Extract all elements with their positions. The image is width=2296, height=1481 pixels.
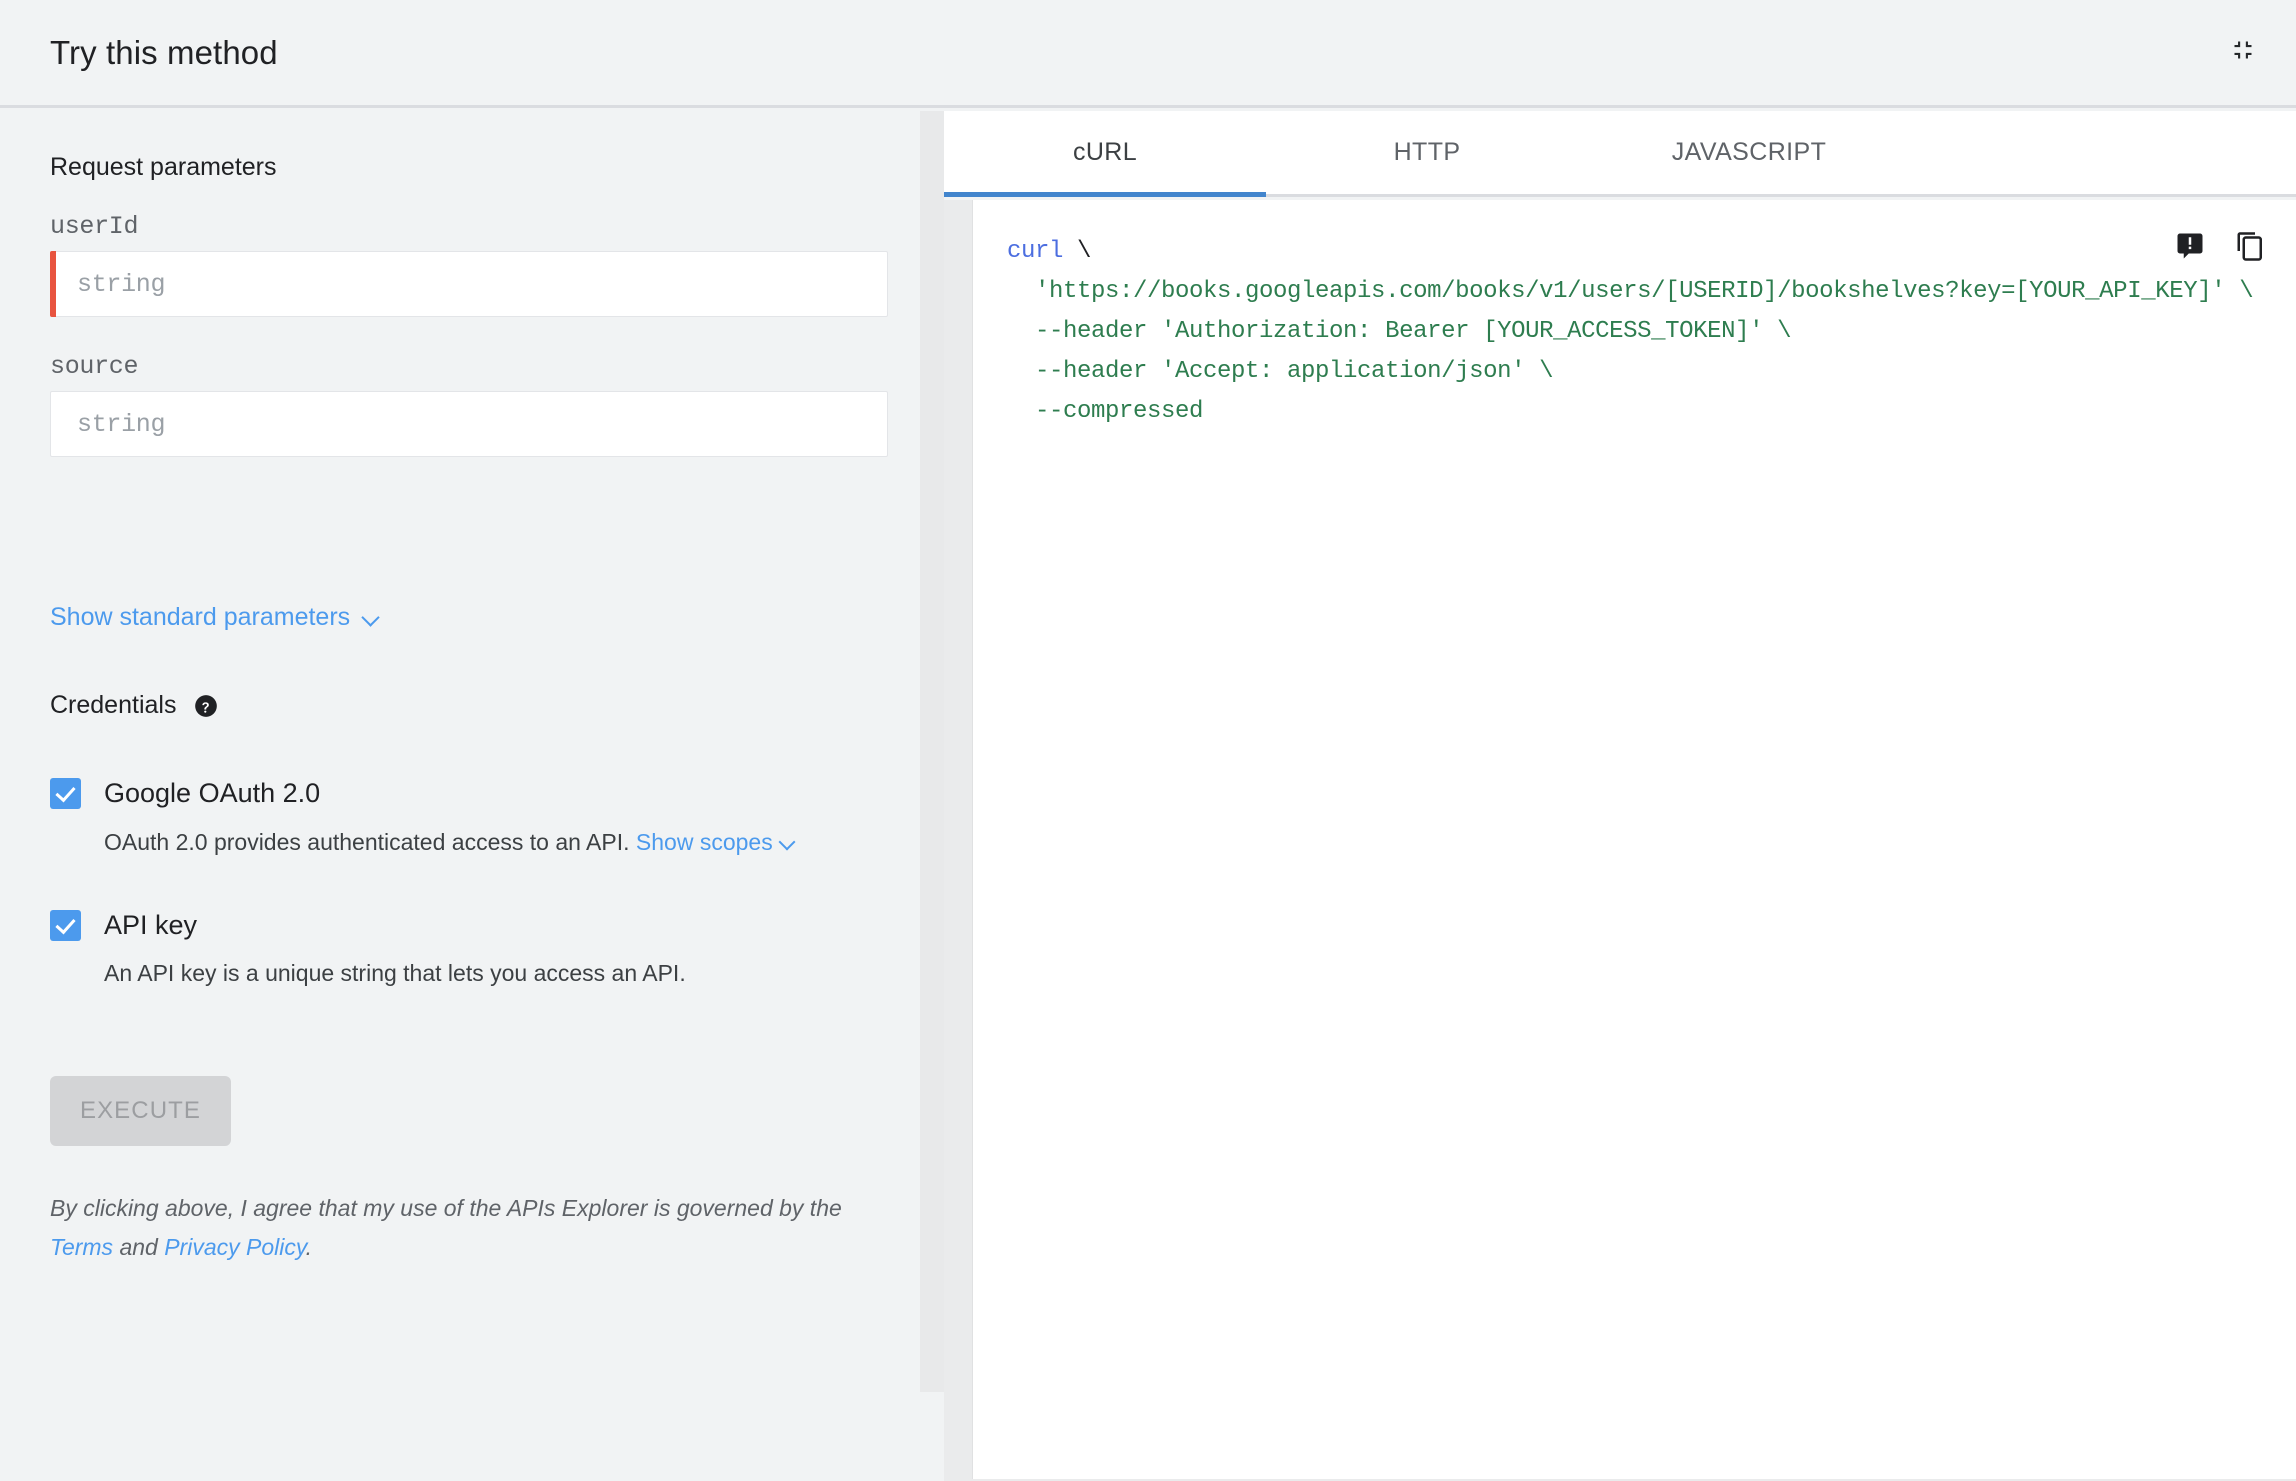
show-standard-parameters-label: Show standard parameters (50, 603, 351, 631)
collapse-fullscreen-icon[interactable] (2217, 24, 2269, 76)
terms-suffix: . (305, 1234, 313, 1260)
code-line-2: --header 'Authorization: Bearer [YOUR_AC… (1007, 318, 1792, 345)
api-key-label: API key (104, 910, 198, 940)
copy-icon[interactable] (2231, 227, 2269, 265)
terms-middle: and (113, 1234, 165, 1260)
tab-javascript[interactable]: JAVASCRIPT (1588, 111, 1910, 194)
help-circle-icon[interactable] (193, 693, 219, 719)
api-key-description-text: An API key is a unique string that lets … (104, 960, 686, 986)
code-line-1: 'https://books.googleapis.com/books/v1/u… (1007, 278, 2254, 305)
code-panel: cURL HTTP JAVASCRIPT curl \ 'https://boo… (944, 111, 2296, 1481)
credentials-title: Credentials (50, 691, 177, 719)
code-area: curl \ 'https://books.googleapis.com/boo… (944, 200, 2296, 1481)
copy-glyph (2237, 232, 2263, 261)
try-this-method-panel: Try this method Request parameters userI… (0, 0, 2296, 1481)
parameter-input-wrap-userid (50, 251, 888, 317)
terms-prefix: By clicking above, I agree that my use o… (50, 1195, 842, 1221)
tab-http[interactable]: HTTP (1266, 111, 1588, 194)
help-circle-glyph (195, 695, 218, 717)
code-gutter (944, 200, 970, 1479)
code-line-3: --header 'Accept: application/json' \ (1007, 358, 1554, 385)
parameter-label-userid: userId (50, 212, 139, 241)
code-token-curl: curl (1007, 238, 1064, 265)
credentials-heading: Credentials (50, 689, 219, 721)
code-tabs: cURL HTTP JAVASCRIPT (944, 111, 2296, 197)
userid-input[interactable] (51, 253, 887, 315)
api-key-description: An API key is a unique string that lets … (104, 958, 890, 988)
report-feedback-glyph (2177, 233, 2203, 259)
report-feedback-icon[interactable] (2171, 227, 2209, 265)
code-content-box: curl \ 'https://books.googleapis.com/boo… (972, 200, 2296, 1479)
chevron-down-icon (362, 609, 381, 628)
show-scopes-link[interactable]: Show scopes (636, 829, 773, 855)
google-oauth-checkbox[interactable] (50, 777, 81, 809)
code-line-4: --compressed (1007, 398, 1204, 425)
credential-google-oauth: Google OAuth 2.0 OAuth 2.0 provides auth… (50, 776, 890, 858)
code-line-0-rest: \ (1063, 238, 1092, 265)
chevron-down-icon (780, 839, 797, 850)
tab-curl[interactable]: cURL (944, 111, 1266, 197)
google-oauth-label: Google OAuth 2.0 (104, 778, 321, 808)
api-key-checkbox[interactable] (50, 909, 81, 941)
credential-row: Google OAuth 2.0 (50, 776, 890, 810)
panel-header: Try this method (0, 0, 2296, 108)
request-parameters-title: Request parameters (50, 153, 277, 181)
execute-button[interactable]: EXECUTE (50, 1076, 231, 1146)
panel-divider (920, 111, 944, 1392)
source-input[interactable] (51, 393, 887, 455)
page-title: Try this method (50, 34, 278, 71)
show-standard-parameters-toggle[interactable]: Show standard parameters (50, 601, 381, 633)
parameter-label-source: source (50, 352, 139, 381)
credential-api-key: API key An API key is a unique string th… (50, 908, 890, 988)
parameter-input-wrap-source (50, 391, 888, 457)
google-oauth-description: OAuth 2.0 provides authenticated access … (104, 826, 890, 858)
terms-disclaimer: By clicking above, I agree that my use o… (50, 1189, 880, 1267)
code-block[interactable]: curl \ 'https://books.googleapis.com/boo… (973, 200, 2296, 432)
parameter-field-source: source (50, 351, 888, 457)
credential-row: API key (50, 908, 890, 942)
google-oauth-description-text: OAuth 2.0 provides authenticated access … (104, 829, 630, 855)
terms-link[interactable]: Terms (50, 1234, 113, 1260)
request-panel: Request parameters userId source Show st… (0, 111, 920, 1392)
privacy-policy-link[interactable]: Privacy Policy (164, 1234, 305, 1260)
collapse-fullscreen-glyph (2234, 41, 2252, 59)
code-action-buttons (2171, 227, 2269, 265)
parameter-field-userid: userId (50, 211, 888, 317)
